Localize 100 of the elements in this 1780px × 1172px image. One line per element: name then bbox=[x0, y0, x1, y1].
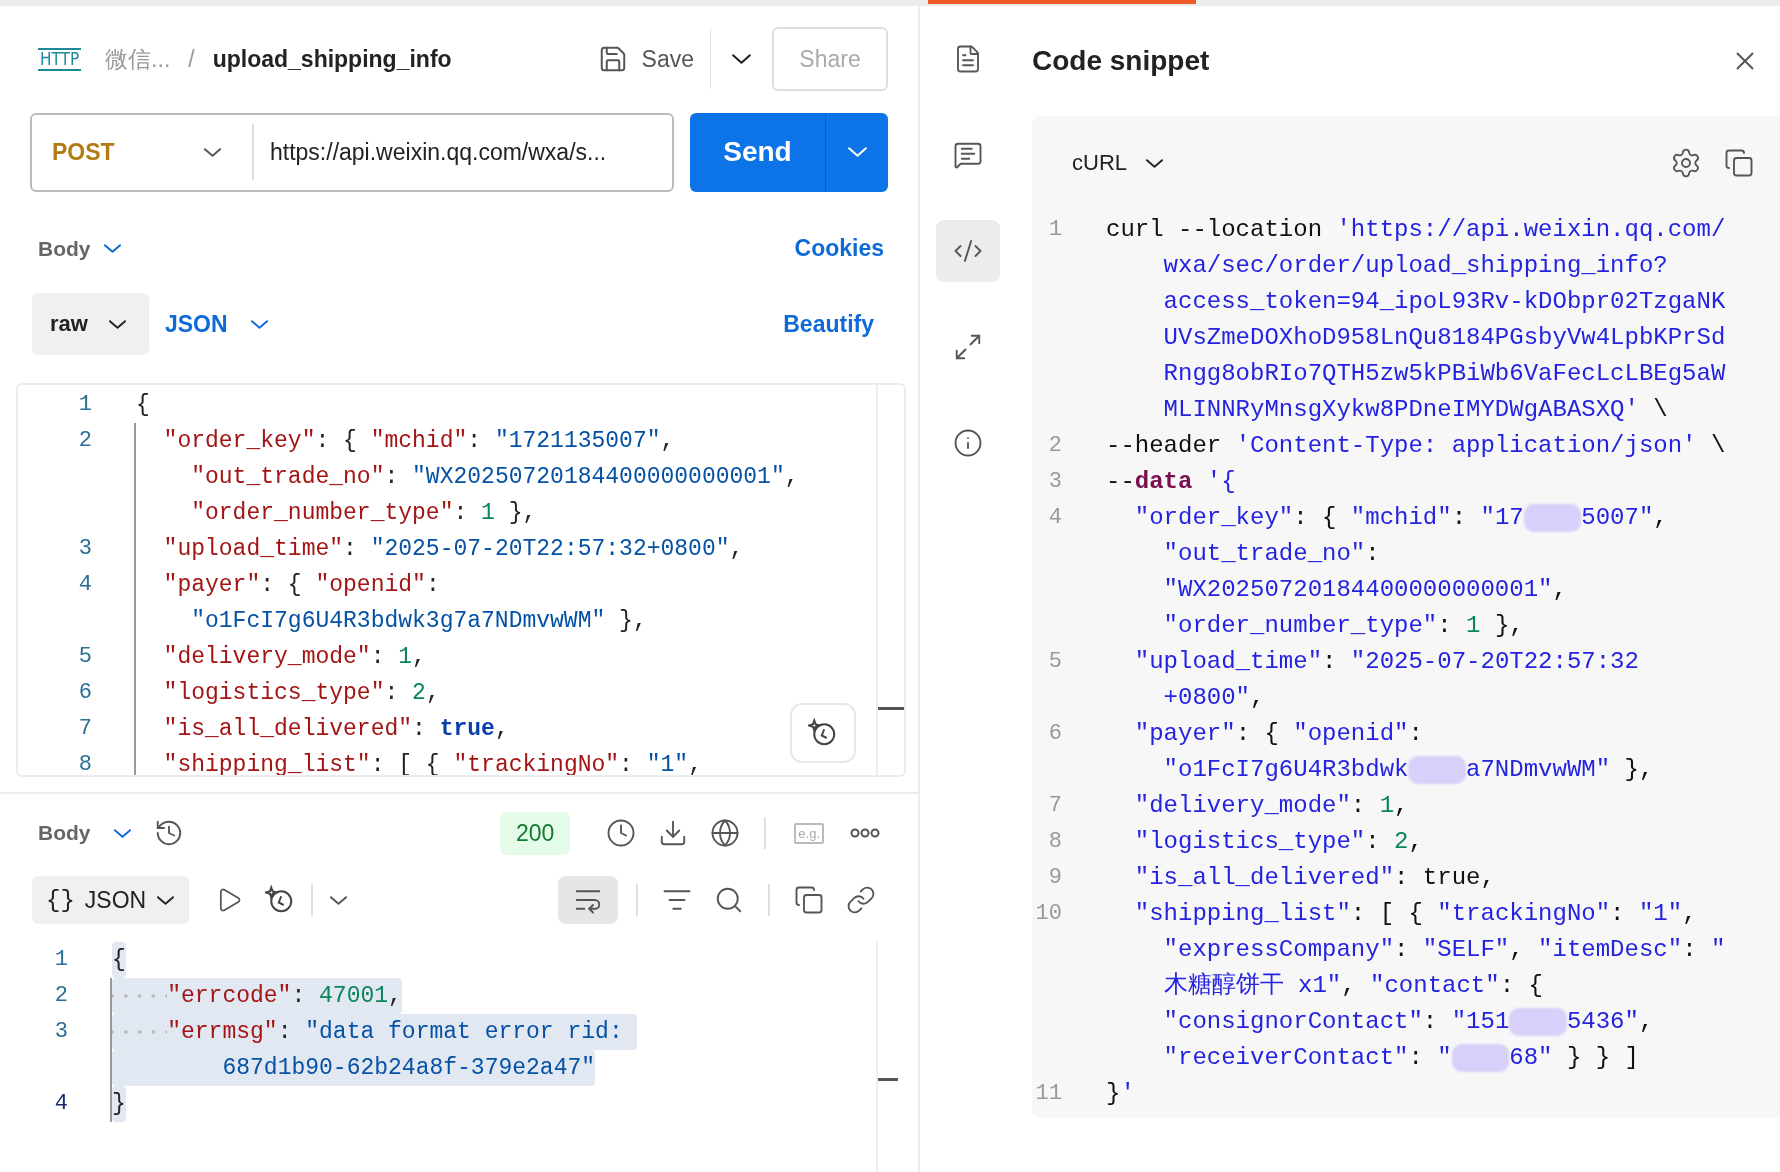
url-field[interactable]: https://api.weixin.qq.com/wxa/s... bbox=[254, 138, 672, 166]
code-line: "order_key": { "mchid": "17 5007", bbox=[1133, 502, 1668, 534]
code-line: "WX20250720184400000000001", bbox=[1162, 575, 1567, 605]
line-number: 5 bbox=[1047, 648, 1063, 676]
line-number: 2 bbox=[53, 982, 69, 1010]
code-line: "o1FcI7g6U4R3bdwk a7NDmvwWM" }, bbox=[1162, 754, 1654, 786]
request-body-editor[interactable] bbox=[16, 383, 906, 777]
code-line: Rngg8obRIo7QTH5zw5kPBiWb6VaFecLcLBEg5aW bbox=[1162, 359, 1726, 389]
code-line: MLINNRyMnsgXykw8PDneIMYDWgABASXQ' \ bbox=[1162, 395, 1668, 425]
code-line: "logistics_type": 2, bbox=[1133, 827, 1423, 857]
breadcrumb-separator: / bbox=[188, 45, 195, 73]
copy-icon bbox=[794, 885, 824, 915]
line-number: 3 bbox=[53, 1018, 69, 1046]
code-line: "payer": { "openid": bbox=[162, 571, 440, 601]
line-number: 7 bbox=[1047, 792, 1063, 820]
code-line: "payer": { "openid": bbox=[1133, 719, 1423, 749]
response-body-label: Body bbox=[37, 821, 92, 846]
response-format-select[interactable]: {} JSON bbox=[32, 876, 190, 924]
language-select[interactable]: JSON bbox=[158, 309, 275, 339]
sparkle-icon bbox=[808, 717, 838, 748]
http-badge: HTTP bbox=[38, 47, 82, 71]
chevron-down-icon bbox=[249, 318, 269, 330]
code-line: "delivery_mode": 1, bbox=[1133, 791, 1409, 821]
line-number: 9 bbox=[1047, 864, 1063, 892]
code-line: "out_trade_no": "WX20250720184400000000001", bbox=[190, 463, 799, 493]
panel-title: Code snippet bbox=[1032, 45, 1211, 77]
line-number: 4 bbox=[77, 571, 93, 600]
diagonal-arrows-icon bbox=[953, 332, 983, 362]
link-icon bbox=[846, 885, 876, 915]
line-number: 11 bbox=[1034, 1080, 1063, 1108]
code-line: "upload_time": "2025-07-20T22:57:32+0800", bbox=[162, 535, 744, 565]
request-title: upload_shipping_info bbox=[212, 45, 452, 73]
comment-icon bbox=[953, 140, 983, 170]
chevron-down-icon bbox=[846, 146, 868, 159]
more-icon bbox=[850, 828, 880, 839]
code-line: --header 'Content-Type: application/json' \ bbox=[1106, 431, 1726, 461]
copy-icon bbox=[1724, 148, 1754, 178]
line-number: 2 bbox=[1047, 432, 1063, 460]
code-line: "order_key": { "mchid": "1721135007", bbox=[162, 427, 675, 457]
chevron-down-icon bbox=[112, 827, 132, 839]
line-number: 8 bbox=[77, 751, 93, 775]
code-line: "upload_time": "2025-07-20T22:57:32 bbox=[1133, 647, 1639, 677]
settings-icon bbox=[1670, 147, 1702, 179]
code-line: "out_trade_no": bbox=[1162, 539, 1380, 569]
code-line: 木糖醇饼干 x1", "contact": { bbox=[1162, 971, 1543, 1001]
code-line: { bbox=[112, 942, 126, 978]
chevron-down-icon bbox=[102, 243, 122, 255]
code-line: UVsZmeDOXhoD958LnQu8184PGsbyVw4LpbKPrSd bbox=[1162, 323, 1726, 353]
chevron-down-icon bbox=[731, 53, 752, 66]
line-number: 3 bbox=[77, 535, 93, 564]
code-line: wxa/sec/order/upload_shipping_info? bbox=[1162, 251, 1668, 281]
code-line: "logistics_type": 2, bbox=[162, 679, 440, 709]
code-line: "order_number_type": 1 }, bbox=[190, 499, 537, 529]
method-select[interactable]: POST bbox=[32, 124, 254, 181]
ai-assist-button[interactable] bbox=[790, 702, 856, 763]
line-number: 2 bbox=[77, 427, 93, 456]
chevron-down-icon bbox=[203, 146, 222, 158]
code-line: "shipping_list": [ { "trackingNo": "1", bbox=[1133, 899, 1697, 929]
body-label: Body bbox=[37, 236, 92, 261]
snippet-language-select[interactable]: cURL bbox=[1066, 149, 1170, 177]
info-icon bbox=[953, 428, 983, 458]
code-line: "receiverContact": " 68" } } ] bbox=[1162, 1042, 1639, 1074]
breadcrumb-link[interactable]: 微信... bbox=[105, 43, 171, 75]
globe-icon bbox=[710, 818, 741, 849]
chevron-down-icon bbox=[1145, 157, 1164, 169]
code-line: "consignorContact": "151 5436", bbox=[1162, 1006, 1654, 1038]
line-number: 10 bbox=[1034, 900, 1063, 928]
code-line: access_token=94_ipoL93Rv-kDObpr02TzgaNK bbox=[1162, 287, 1726, 317]
code-line: "is_all_delivered": true, bbox=[162, 715, 509, 745]
code-line: "expressCompany": "SELF", "itemDesc": " bbox=[1162, 935, 1726, 965]
wrap-lines-button[interactable] bbox=[558, 876, 618, 924]
search-icon bbox=[714, 885, 744, 915]
clock-icon bbox=[606, 818, 637, 849]
line-number: 4 bbox=[53, 1090, 69, 1118]
line-number: 8 bbox=[1047, 828, 1063, 856]
code-line: curl --location 'https://api.weixin.qq.com/ bbox=[1106, 215, 1726, 245]
line-number: 3 bbox=[1047, 468, 1063, 496]
body-mode-select[interactable]: raw bbox=[32, 293, 149, 356]
code-line: "o1FcI7g6U4R3bdwk3g7a7NDmvwWM" }, bbox=[190, 607, 647, 637]
code-line: "order_number_type": 1 }, bbox=[1162, 611, 1524, 641]
beautify-link[interactable]: Beautify bbox=[783, 310, 874, 338]
code-line: { bbox=[136, 391, 150, 421]
line-number: 5 bbox=[77, 643, 93, 672]
line-number: 1 bbox=[1047, 216, 1063, 244]
line-number: 1 bbox=[77, 391, 93, 420]
code-line: "delivery_mode": 1, bbox=[162, 643, 426, 673]
line-number: 6 bbox=[77, 679, 93, 708]
line-number: 6 bbox=[1047, 720, 1063, 748]
cookies-link[interactable]: Cookies bbox=[794, 235, 884, 263]
line-number: 7 bbox=[77, 715, 93, 744]
line-number: 4 bbox=[1047, 504, 1063, 532]
chevron-down-icon bbox=[156, 894, 176, 906]
chevron-down-icon bbox=[107, 318, 127, 330]
code-line: "is_all_delivered": true, bbox=[1133, 863, 1495, 893]
code-line: }' bbox=[1106, 1079, 1135, 1109]
chevron-down-icon bbox=[329, 894, 349, 906]
code-line: --data '{ bbox=[1106, 467, 1236, 497]
save-button[interactable]: Save bbox=[589, 29, 711, 90]
code-line: } bbox=[112, 1086, 126, 1122]
status-badge: 200 bbox=[499, 811, 571, 855]
